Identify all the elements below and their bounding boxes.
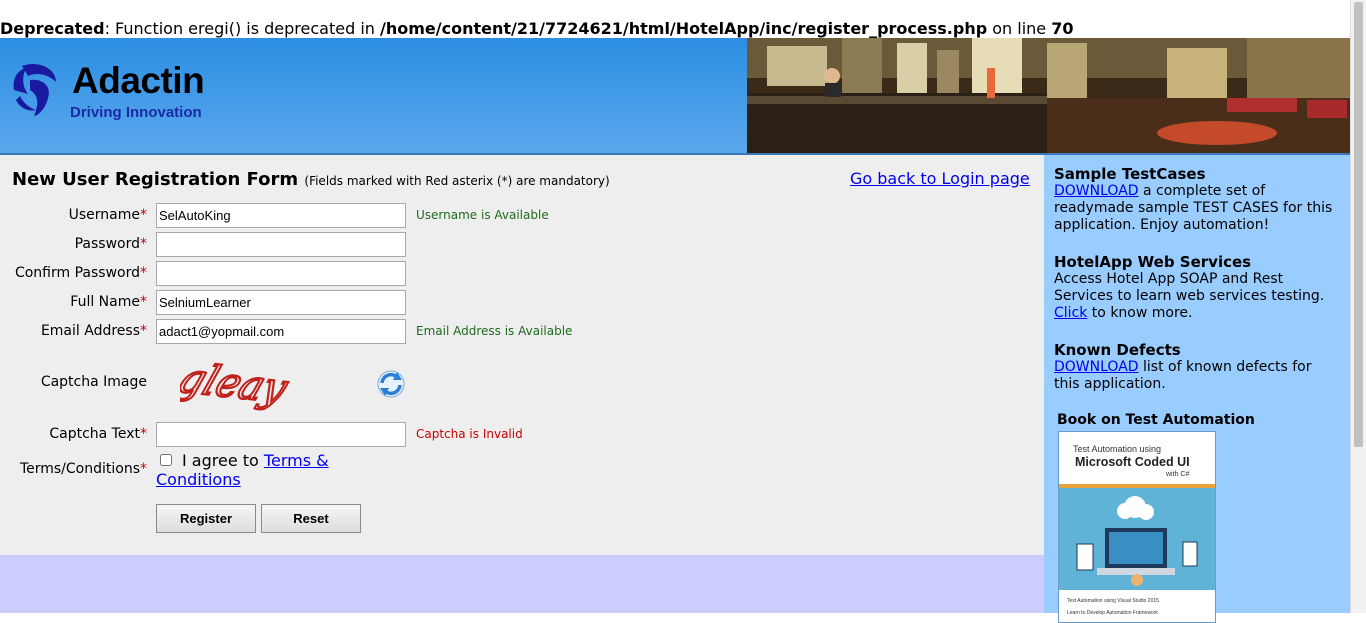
book-cover-line3: with C# [1165,471,1189,478]
captcha-image: gleay [180,361,296,411]
captcha-text-input[interactable] [156,422,406,447]
warning-level: Deprecated [0,19,105,38]
web-services-description-end: to know more. [1087,305,1193,321]
required-asterisk: * [140,236,147,252]
captcha-text-label-text: Captcha Text [49,426,140,442]
web-services-section: HotelApp Web Services Access Hotel App S… [1054,254,1338,322]
back-to-login-link[interactable]: Go back to Login page [850,169,1030,188]
username-label-text: Username [68,207,140,223]
page-scrollbar[interactable] [1350,0,1366,613]
web-services-heading: HotelApp Web Services [1054,253,1252,271]
terms-label: Terms/Conditions* [20,461,147,477]
book-cover-line1: Test Automation using [1073,444,1161,454]
book-cover[interactable]: Test Automation using Microsoft Coded UI… [1058,431,1216,623]
book-cover-line2: Microsoft Coded UI [1075,455,1190,469]
password-label-text: Password [74,236,140,252]
warning-line-text: on line [987,19,1052,38]
sample-testcases-heading: Sample TestCases [1054,165,1206,183]
username-available-message: Username is Available [416,208,549,222]
captcha-word: gleay [180,361,295,411]
book-cover-bullet1: Test Automation using Visual Studio 2015 [1067,598,1159,604]
web-services-body: Access Hotel App SOAP and Rest Services … [1054,271,1338,322]
full-name-label: Full Name* [70,294,147,310]
form-title: New User Registration Form (Fields marke… [12,169,610,190]
agree-terms-text: I agree to Terms & Conditions [156,451,396,489]
defects-download-link[interactable]: DOWNLOAD [1054,359,1139,375]
full-name-label-text: Full Name [70,294,140,310]
book-cover-bullet2: Learn to Develop Automation Framework [1067,610,1158,616]
known-defects-section: Known Defects DOWNLOAD list of known def… [1054,342,1338,393]
footer-area [0,555,1044,613]
form-mandatory-note: (Fields marked with Red asterix (*) are … [304,174,610,188]
logo-name: Adactin [72,60,205,101]
required-asterisk: * [140,426,147,442]
username-label: Username* [69,207,147,223]
scrollbar-thumb[interactable] [1354,2,1363,447]
web-services-click-link[interactable]: Click [1054,305,1087,321]
right-sidebar: Sample TestCases DOWNLOAD a complete set… [1044,155,1350,623]
web-services-description: Access Hotel App SOAP and Rest Services … [1054,271,1325,304]
refresh-captcha-icon[interactable] [376,369,406,399]
confirm-password-label: Confirm Password* [15,265,147,281]
agree-text: I agree to [182,451,259,470]
warning-path: /home/content/21/7724621/html/HotelApp/i… [380,19,988,38]
required-asterisk: * [140,461,147,477]
book-heading: Book on Test Automation [1057,412,1255,428]
required-asterisk: * [140,265,147,281]
password-label: Password* [75,236,147,252]
site-header: Adactin Driving Innovation [0,38,1350,153]
sample-testcases-section: Sample TestCases DOWNLOAD a complete set… [1054,166,1338,234]
required-asterisk: * [140,207,147,223]
password-input[interactable] [156,232,406,257]
username-input[interactable] [156,203,406,228]
captcha-invalid-message: Captcha is Invalid [416,427,523,441]
known-defects-heading: Known Defects [1054,341,1181,359]
testcases-download-link[interactable]: DOWNLOAD [1054,183,1139,199]
captcha-image-label: Captcha Image [40,374,147,390]
full-name-input[interactable] [156,290,406,315]
known-defects-body: DOWNLOAD list of known defects for this … [1054,359,1338,393]
registration-form-panel: New User Registration Form (Fields marke… [0,155,1044,555]
confirm-password-input[interactable] [156,261,406,286]
warning-line-number: 70 [1051,19,1074,38]
book-cover-art: Test Automation using Microsoft Coded UI… [1059,432,1215,622]
adactin-logo-icon [13,63,56,116]
sample-testcases-body: DOWNLOAD a complete set of readymade sam… [1054,183,1338,234]
form-title-text: New User Registration Form [12,169,299,190]
php-deprecation-warning: Deprecated: Function eregi() is deprecat… [0,18,1350,40]
email-input[interactable] [156,319,406,344]
hotel-lobby-banner-image [747,38,1350,153]
register-button[interactable]: Register [156,504,256,533]
required-asterisk: * [140,294,147,310]
warning-message: : Function eregi() is deprecated in [104,19,380,38]
terms-label-text: Terms/Conditions [19,461,140,477]
email-label: Email Address* [41,323,147,339]
confirm-password-label-text: Confirm Password [14,265,140,281]
required-asterisk: * [140,323,147,339]
email-available-message: Email Address is Available [416,324,573,338]
captcha-text-label: Captcha Text* [49,426,147,442]
reset-button[interactable]: Reset [261,504,361,533]
email-label-text: Email Address [40,323,140,339]
logo-tagline: Driving Innovation [70,104,202,121]
